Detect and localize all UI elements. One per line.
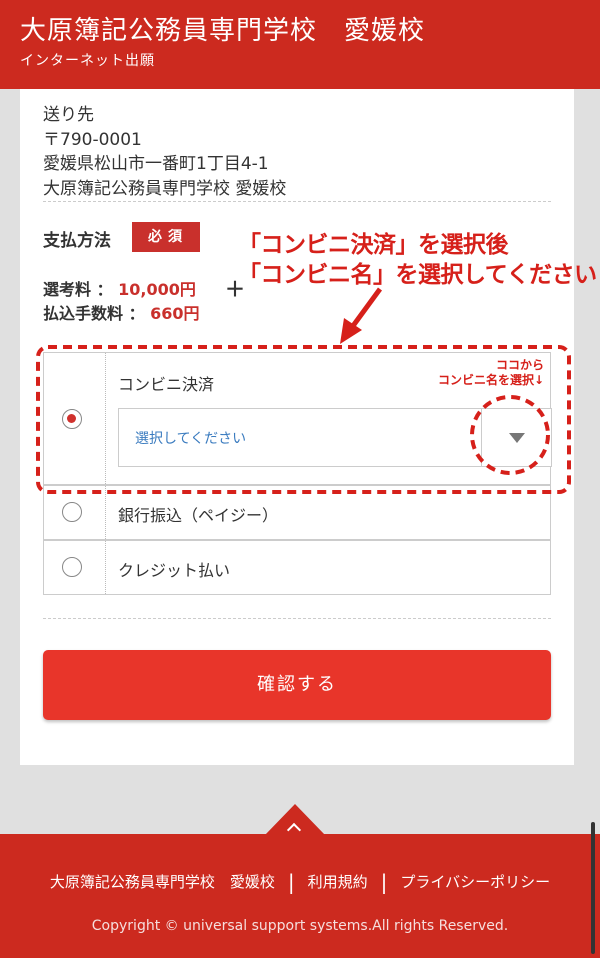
scrollbar[interactable] bbox=[591, 822, 595, 954]
footer-link-school[interactable]: 大原簿記公務員専門学校 愛媛校 bbox=[50, 873, 275, 891]
footer-link-terms[interactable]: 利用規約 bbox=[308, 873, 368, 891]
footer-link-privacy[interactable]: プライバシーポリシー bbox=[400, 873, 550, 891]
site-footer: 大原簿記公務員専門学校 愛媛校 | 利用規約 | プライバシーポリシー Copyrigh… bbox=[0, 834, 600, 958]
footer-links: 大原簿記公務員専門学校 愛媛校 | 利用規約 | プライバシーポリシー bbox=[0, 870, 600, 894]
pointer-arrow-icon bbox=[340, 287, 383, 344]
separator: | bbox=[287, 870, 295, 894]
copyright: Copyright © universal support systems.Al… bbox=[91, 918, 509, 934]
highlight-circle bbox=[470, 395, 550, 475]
highlight-frame bbox=[36, 345, 571, 494]
separator: | bbox=[380, 870, 388, 894]
